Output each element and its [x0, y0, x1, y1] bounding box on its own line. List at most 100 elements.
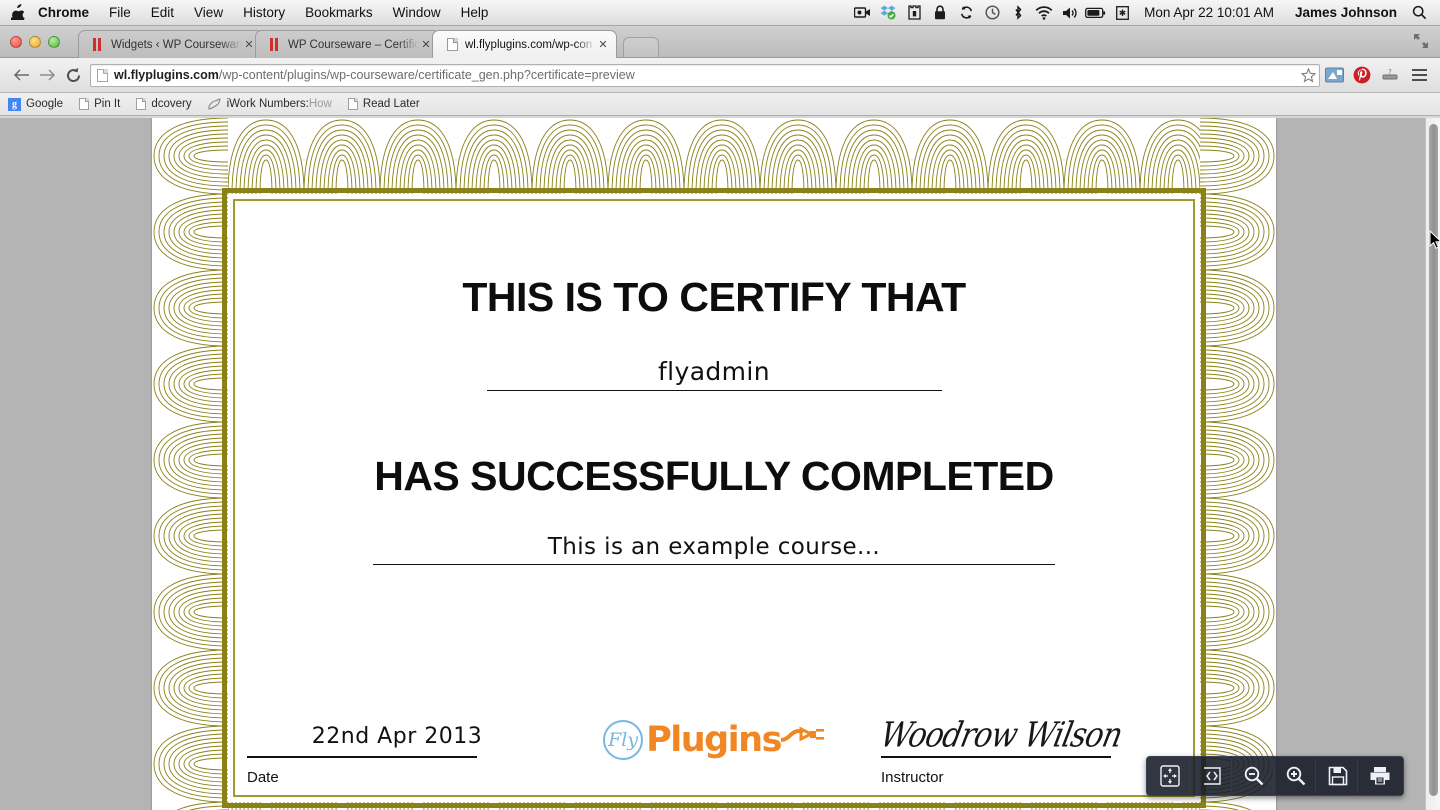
chrome-menu-icon[interactable]	[1406, 62, 1432, 88]
url-text: wl.flyplugins.com/wp-content/plugins/wp-…	[114, 68, 635, 82]
sync-icon[interactable]	[953, 0, 979, 26]
close-window-button[interactable]	[10, 36, 22, 48]
reload-button[interactable]	[60, 62, 86, 88]
bookmark-label: Pin It	[94, 98, 121, 110]
window-traffic-lights	[10, 36, 60, 48]
wifi-icon[interactable]	[1031, 0, 1057, 26]
dropbox-icon[interactable]	[875, 0, 901, 26]
close-tab-icon[interactable]: ✕	[419, 38, 433, 51]
bookmark-iwork-numbers[interactable]: iWork Numbers: How	[208, 98, 332, 110]
zoom-window-button[interactable]	[48, 36, 60, 48]
menu-bookmarks[interactable]: Bookmarks	[295, 0, 383, 26]
menu-history[interactable]: History	[233, 0, 295, 26]
browser-toolbar: wl.flyplugins.com/wp-content/plugins/wp-…	[0, 58, 1440, 93]
guilloche-right-icon	[1200, 118, 1276, 810]
save-button[interactable]	[1318, 759, 1358, 793]
tabs-container: Widgets ‹ WP Courseware - ✕ WP Coursewar…	[78, 30, 659, 58]
course-field: This is an example course...	[373, 534, 1055, 565]
page-icon	[445, 38, 459, 52]
back-button[interactable]	[8, 62, 34, 88]
completed-heading: HAS SUCCESSFULLY COMPLETED	[374, 453, 1054, 499]
scrollbar-thumb[interactable]	[1429, 124, 1438, 796]
bluetooth-icon[interactable]	[1005, 0, 1031, 26]
plug-icon	[780, 726, 824, 742]
lock-icon[interactable]	[927, 0, 953, 26]
forward-button[interactable]	[34, 62, 60, 88]
extension-icon[interactable]	[1320, 62, 1348, 88]
fortress-icon[interactable]	[901, 0, 927, 26]
tab-label: wl.flyplugins.com/wp-con	[465, 38, 593, 51]
fit-width-button[interactable]	[1192, 759, 1232, 793]
address-bar[interactable]: wl.flyplugins.com/wp-content/plugins/wp-…	[90, 63, 1320, 87]
tab-wp-courseware-certificate[interactable]: WP Courseware – Certifica ✕	[255, 30, 440, 58]
menu-help[interactable]: Help	[451, 0, 499, 26]
menu-window[interactable]: Window	[383, 0, 451, 26]
date-value: 22nd Apr 2013	[311, 724, 483, 749]
fullscreen-icon[interactable]	[1412, 32, 1430, 50]
recipient-underline	[486, 390, 942, 391]
screen: Chrome File Edit View History Bookmarks …	[0, 0, 1440, 810]
zoom-out-icon	[1244, 766, 1263, 786]
fit-page-button[interactable]	[1150, 759, 1190, 793]
mouse-cursor	[1429, 230, 1440, 250]
certify-heading: THIS IS TO CERTIFY THAT	[462, 274, 966, 320]
date-line	[247, 756, 477, 758]
bookmark-star-icon[interactable]	[1296, 62, 1320, 88]
time-machine-icon[interactable]	[979, 0, 1005, 26]
input-source-icon[interactable]: ✱	[1109, 0, 1135, 26]
zoom-in-button[interactable]	[1276, 759, 1316, 793]
bookmarks-bar: g Google Pin It dcovery iWork Numbers: H…	[0, 93, 1440, 116]
menu-bar-user[interactable]: James Johnson	[1283, 5, 1406, 20]
tab-label: Widgets ‹ WP Courseware -	[111, 38, 242, 51]
bookmark-label-truncated: How	[308, 98, 332, 110]
bookmark-read-later[interactable]: Read Later	[347, 98, 420, 110]
volume-icon[interactable]	[1057, 0, 1083, 26]
bookmark-label: dcovery	[151, 98, 192, 110]
bookmark-google[interactable]: g Google	[8, 97, 63, 111]
guilloche-left-icon	[152, 118, 228, 810]
readlater-extension-icon[interactable]: ?	[1376, 62, 1404, 88]
tab-strip: Widgets ‹ WP Courseware - ✕ WP Coursewar…	[0, 26, 1440, 58]
bookmark-pin-it[interactable]: Pin It	[79, 98, 120, 110]
page-icon	[97, 68, 108, 82]
fit-page-icon	[1159, 765, 1180, 787]
logo-wordmark: Plugins	[646, 720, 782, 760]
vertical-scrollbar[interactable]	[1425, 118, 1440, 810]
fit-width-icon	[1203, 767, 1221, 785]
menu-view[interactable]: View	[184, 0, 233, 26]
tab-widgets-wp-courseware[interactable]: Widgets ‹ WP Courseware - ✕	[78, 30, 263, 58]
zoom-out-button[interactable]	[1234, 759, 1274, 793]
recipient-name: flyadmin	[657, 357, 771, 386]
bookmark-dcovery[interactable]: dcovery	[136, 98, 192, 110]
tab-certificate-preview[interactable]: wl.flyplugins.com/wp-con ✕	[432, 30, 617, 58]
logo-lockup: Fly Plugins	[603, 720, 825, 760]
minimize-window-button[interactable]	[29, 36, 41, 48]
guilloche-bottom-icon	[152, 802, 1276, 810]
page-icon	[79, 98, 90, 110]
spotlight-search-icon[interactable]	[1406, 0, 1432, 26]
bookmark-label: Read Later	[362, 98, 420, 110]
apple-logo-icon[interactable]	[0, 3, 36, 22]
menu-file[interactable]: File	[99, 0, 141, 26]
google-icon: g	[8, 97, 21, 111]
menu-edit[interactable]: Edit	[141, 0, 184, 26]
os-menu-bar: Chrome File Edit View History Bookmarks …	[0, 0, 1440, 26]
date-label: Date	[247, 769, 279, 786]
close-tab-icon[interactable]: ✕	[596, 38, 610, 51]
pinterest-icon[interactable]	[1348, 62, 1376, 88]
screen-recorder-icon[interactable]	[849, 0, 875, 26]
battery-icon[interactable]	[1083, 0, 1109, 26]
menu-chrome[interactable]: Chrome	[36, 0, 99, 26]
printer-icon	[1370, 767, 1390, 785]
print-button[interactable]	[1360, 759, 1400, 793]
zoom-in-icon	[1286, 766, 1305, 786]
floppy-disk-icon	[1328, 766, 1347, 786]
guilloche-top-icon	[152, 118, 1276, 194]
tab-label: WP Courseware – Certifica	[288, 38, 419, 51]
new-tab-button[interactable]	[623, 37, 659, 57]
close-tab-icon[interactable]: ✕	[242, 38, 256, 51]
page-icon	[347, 98, 358, 110]
instructor-block: Woodrow Wilson Instructor	[877, 715, 1181, 786]
menu-bar-clock[interactable]: Mon Apr 22 10:01 AM	[1135, 5, 1283, 20]
svg-text:✱: ✱	[1118, 9, 1126, 19]
